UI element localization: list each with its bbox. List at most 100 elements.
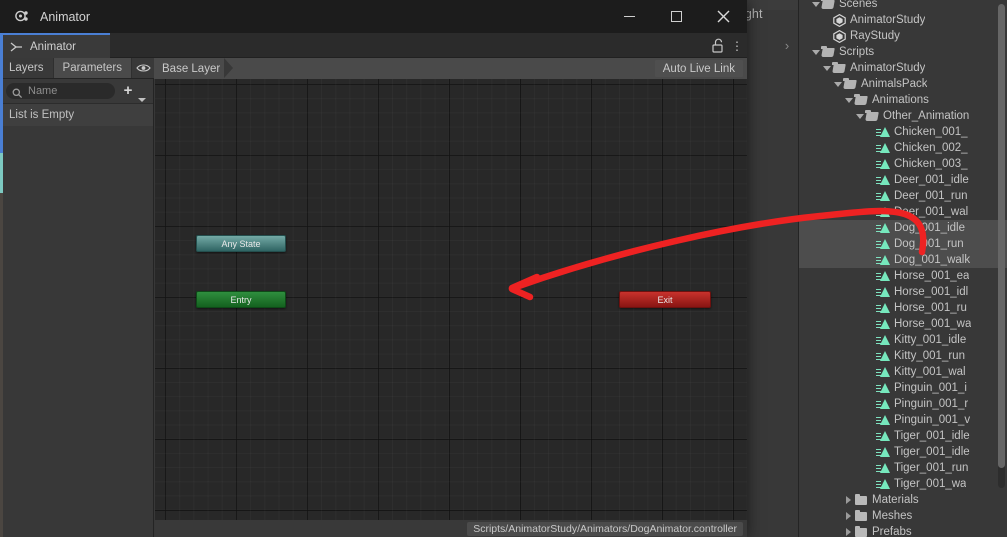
layers-button[interactable]: Layers — [0, 58, 54, 78]
hierarchy-row-label: Dog_001_idle — [894, 222, 965, 234]
row-indent-spacer — [799, 412, 865, 428]
state-node-label: Entry — [230, 294, 252, 305]
folder-icon — [854, 524, 869, 537]
clip-icon — [876, 364, 891, 380]
hierarchy-row[interactable]: Deer_001_wal — [799, 204, 1007, 220]
hierarchy-row[interactable]: Tiger_001_idle — [799, 444, 1007, 460]
controller-path-label: Scripts/AnimatorStudy/Animators/DogAnima… — [467, 521, 743, 536]
hierarchy-row[interactable]: AnimatorStudy — [799, 12, 1007, 28]
twirl-right-icon[interactable] — [843, 492, 854, 508]
twirl-right-icon[interactable] — [843, 524, 854, 537]
panel-expand-chevron-right-icon[interactable]: › — [780, 38, 794, 54]
hierarchy-scrollbar[interactable] — [998, 4, 1005, 488]
lock-open-icon[interactable] — [709, 33, 727, 58]
twirl-down-icon[interactable] — [843, 92, 854, 108]
hierarchy-row[interactable]: Animations — [799, 92, 1007, 108]
hierarchy-row[interactable]: Kitty_001_idle — [799, 332, 1007, 348]
clip-icon — [876, 396, 891, 412]
hierarchy-row[interactable]: Horse_001_ea — [799, 268, 1007, 284]
window-title-bar[interactable]: Animator — [0, 0, 747, 33]
minimize-icon[interactable] — [606, 0, 653, 33]
hierarchy-row-label: Materials — [872, 494, 919, 506]
search-input[interactable]: Name — [6, 83, 115, 99]
row-indent-spacer — [799, 364, 865, 380]
row-indent-spacer — [799, 284, 865, 300]
hierarchy-row[interactable]: Deer_001_run — [799, 188, 1007, 204]
search-placeholder-label: Name — [28, 85, 58, 97]
hierarchy-row[interactable]: Dog_001_walk — [799, 252, 1007, 268]
twirl-down-icon[interactable] — [810, 44, 821, 60]
eye-icon[interactable] — [132, 58, 156, 78]
hierarchy-row[interactable]: Dog_001_run — [799, 236, 1007, 252]
hierarchy-row[interactable]: Horse_001_idl — [799, 284, 1007, 300]
hierarchy-row[interactable]: Tiger_001_wa — [799, 476, 1007, 492]
hierarchy-row-label: Chicken_001_ — [894, 126, 968, 138]
hierarchy-row-label: Horse_001_ru — [894, 302, 967, 314]
kebab-menu-icon[interactable]: ⋮ — [727, 33, 747, 58]
row-indent-spacer — [799, 476, 865, 492]
row-indent-spacer — [799, 28, 821, 44]
folder-open-icon — [821, 44, 836, 60]
hierarchy-row-list: Scenes AnimatorStudy RayStudy Scripts Animat… — [799, 0, 1007, 537]
hierarchy-row[interactable]: AnimalsPack — [799, 76, 1007, 92]
hierarchy-row[interactable]: Deer_001_idle — [799, 172, 1007, 188]
animator-window: Animator Animator ⋮ Layers Parameters Ba… — [0, 0, 747, 537]
twirl-down-icon[interactable] — [821, 60, 832, 76]
animator-state-graph[interactable]: Any State Entry Exit — [155, 79, 747, 520]
row-indent-spacer — [799, 0, 810, 12]
hierarchy-row-label: Pinguin_001_r — [894, 398, 969, 410]
hierarchy-row[interactable]: Chicken_003_ — [799, 156, 1007, 172]
state-node-any-state[interactable]: Any State — [196, 235, 286, 252]
hierarchy-row[interactable]: Chicken_001_ — [799, 124, 1007, 140]
twirl-right-icon[interactable] — [843, 508, 854, 524]
hierarchy-row[interactable]: Other_Animation — [799, 108, 1007, 124]
hierarchy-row-label: RayStudy — [850, 30, 900, 42]
hierarchy-row[interactable]: Horse_001_wa — [799, 316, 1007, 332]
row-indent-spacer — [799, 316, 865, 332]
hierarchy-row[interactable]: Pinguin_001_v — [799, 412, 1007, 428]
hierarchy-row[interactable]: Tiger_001_idle — [799, 428, 1007, 444]
row-indent-spacer — [799, 172, 865, 188]
hierarchy-row[interactable]: Chicken_002_ — [799, 140, 1007, 156]
twirl-down-icon[interactable] — [810, 0, 821, 12]
row-indent-spacer — [799, 204, 865, 220]
hierarchy-row[interactable]: Tiger_001_run — [799, 460, 1007, 476]
hierarchy-row[interactable]: Materials — [799, 492, 1007, 508]
maximize-icon[interactable] — [653, 0, 700, 33]
clip-icon — [876, 268, 891, 284]
add-parameter-button[interactable]: + — [119, 83, 137, 99]
clip-icon — [876, 156, 891, 172]
parameters-button[interactable]: Parameters — [53, 58, 132, 78]
hierarchy-row[interactable]: Prefabs — [799, 524, 1007, 537]
project-hierarchy-panel[interactable]: Scenes AnimatorStudy RayStudy Scripts Animat… — [798, 0, 1007, 537]
clip-icon — [876, 140, 891, 156]
clip-icon — [876, 252, 891, 268]
auto-live-link-button[interactable]: Auto Live Link — [654, 60, 743, 77]
clip-icon — [876, 428, 891, 444]
state-node-exit[interactable]: Exit — [619, 291, 711, 308]
hierarchy-row[interactable]: Scripts — [799, 44, 1007, 60]
hierarchy-row[interactable]: Meshes — [799, 508, 1007, 524]
twirl-down-icon[interactable] — [832, 76, 843, 92]
hierarchy-row[interactable]: Kitty_001_wal — [799, 364, 1007, 380]
twirl-spacer — [865, 172, 876, 188]
state-node-entry[interactable]: Entry — [196, 291, 286, 308]
hierarchy-row-label: Pinguin_001_i — [894, 382, 967, 394]
hierarchy-scrollbar-thumb[interactable] — [998, 4, 1005, 468]
close-icon[interactable] — [700, 0, 747, 33]
tab-animator[interactable]: Animator — [0, 33, 110, 58]
hierarchy-row[interactable]: Pinguin_001_r — [799, 396, 1007, 412]
hierarchy-row[interactable]: Scenes — [799, 0, 1007, 12]
hierarchy-row[interactable]: Pinguin_001_i — [799, 380, 1007, 396]
hierarchy-row[interactable]: AnimatorStudy — [799, 60, 1007, 76]
hierarchy-row[interactable]: Horse_001_ru — [799, 300, 1007, 316]
hierarchy-row-label: Tiger_001_idle — [894, 430, 970, 442]
breadcrumb-base-layer[interactable]: Base Layer — [162, 63, 220, 75]
clip-icon — [876, 444, 891, 460]
hierarchy-row[interactable]: Kitty_001_run — [799, 348, 1007, 364]
hierarchy-row[interactable]: Dog_001_idle — [799, 220, 1007, 236]
hierarchy-row[interactable]: RayStudy — [799, 28, 1007, 44]
parameters-list-body[interactable] — [0, 126, 153, 537]
twirl-down-icon[interactable] — [854, 108, 865, 124]
breadcrumb: Base Layer Auto Live Link — [154, 58, 747, 79]
